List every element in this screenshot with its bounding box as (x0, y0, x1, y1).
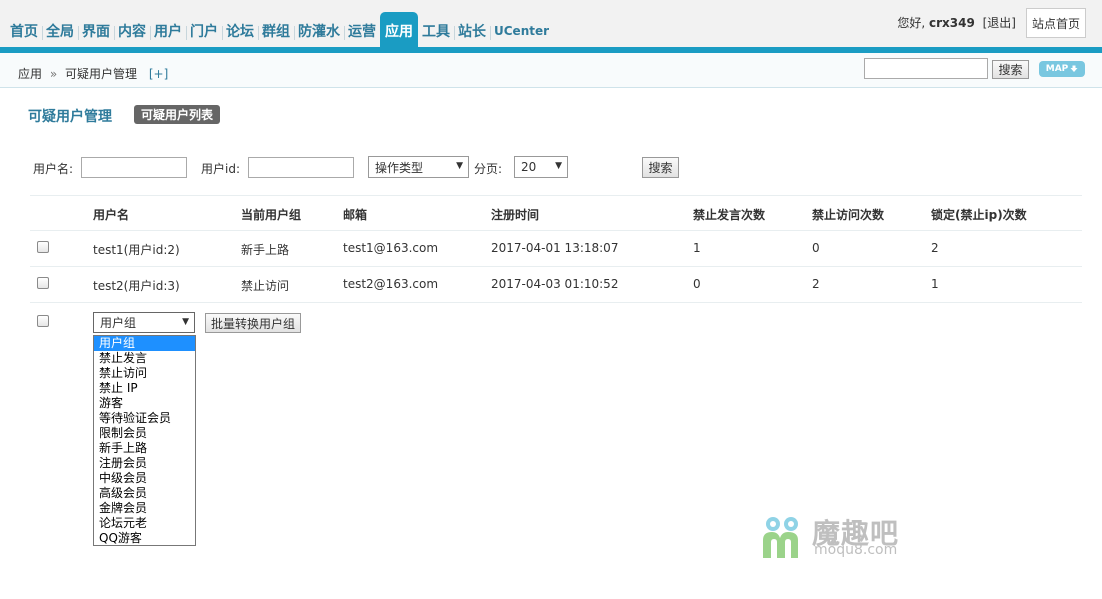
cell-register-time: 2017-04-03 01:10:52 (491, 277, 619, 291)
breadcrumb: 应用 » 可疑用户管理 [+] (18, 65, 168, 82)
option-ban-ip[interactable]: 禁止 IP (94, 381, 195, 396)
cell-post-ban-count: 0 (693, 277, 701, 291)
header-visit-ban-count: 禁止访问次数 (812, 208, 885, 222)
watermark: 魔趣吧 moqu8.com (760, 512, 930, 562)
tab-suspicious-user-list[interactable]: 可疑用户列表 (134, 105, 221, 124)
cell-user-group: 新手上路 (241, 243, 290, 257)
mascot-logo-icon (763, 517, 798, 558)
dropdown-arrow-icon: ▼ (555, 161, 562, 171)
row-checkbox[interactable] (37, 241, 49, 253)
cell-post-ban-count: 1 (693, 241, 701, 255)
user-group-select-value: 用户组 (100, 316, 137, 330)
cell-email: test2@163.com (343, 277, 439, 291)
nav-global[interactable]: 全局 (42, 12, 78, 50)
cell-ip-lock-count: 2 (931, 241, 939, 255)
header-post-ban-count: 禁止发言次数 (693, 208, 766, 222)
page-size-select[interactable]: 20 ▼ (514, 156, 568, 178)
dropdown-arrow-icon: ▼ (182, 317, 189, 327)
cell-register-time: 2017-04-01 13:18:07 (491, 241, 619, 255)
watermark-domain-text: moqu8.com (814, 542, 898, 558)
nav-tools[interactable]: 工具 (418, 12, 454, 50)
nav-antispam[interactable]: 防灌水 (294, 12, 344, 50)
top-search-button[interactable]: 搜索 (992, 60, 1029, 79)
arrow-down-icon (1070, 65, 1078, 72)
nav-content[interactable]: 内容 (114, 12, 150, 50)
main-nav: 首页 全局 界面 内容 用户 门户 论坛 群组 防灌水 运营 应用 工具 站长 … (6, 12, 553, 50)
operation-type-value: 操作类型 (375, 160, 424, 175)
nav-ucenter[interactable]: UCenter (490, 12, 553, 50)
batch-change-group-button[interactable]: 批量转换用户组 (205, 313, 301, 333)
operation-type-select[interactable]: 操作类型 ▼ (368, 156, 469, 178)
option-registered-member[interactable]: 注册会员 (94, 456, 195, 471)
cell-username: test1(用户id:2) (93, 243, 180, 257)
map-button[interactable]: MAP (1039, 61, 1085, 77)
site-home-button[interactable]: 站点首页 (1026, 8, 1086, 38)
userid-input[interactable] (248, 157, 354, 178)
row-divider (30, 266, 1082, 267)
row-divider (30, 302, 1082, 303)
nav-portal[interactable]: 门户 (186, 12, 222, 50)
option-senior-member[interactable]: 高级会员 (94, 486, 195, 501)
user-group-select[interactable]: 用户组 ▼ (93, 312, 195, 333)
user-group-dropdown-list: 用户组 禁止发言 禁止访问 禁止 IP 游客 等待验证会员 限制会员 新手上路 … (93, 335, 196, 546)
greeting-text: 您好, (897, 16, 926, 30)
option-awaiting-verification[interactable]: 等待验证会员 (94, 411, 195, 426)
breadcrumb-bar: 应用 » 可疑用户管理 [+] 搜索 MAP (0, 53, 1102, 88)
row-divider (30, 230, 1082, 231)
header-user-group: 当前用户组 (241, 208, 302, 222)
header-email: 邮箱 (343, 208, 368, 222)
option-ban-visit[interactable]: 禁止访问 (94, 366, 195, 381)
header-register-time: 注册时间 (491, 208, 540, 222)
nav-interface[interactable]: 界面 (78, 12, 114, 50)
nav-groups[interactable]: 群组 (258, 12, 294, 50)
select-all-checkbox[interactable] (37, 315, 49, 327)
header-ip-lock-count: 锁定(禁止ip)次数 (931, 208, 1027, 222)
paging-label: 分页: (474, 162, 503, 176)
filter-search-button[interactable]: 搜索 (642, 157, 679, 178)
option-user-group[interactable]: 用户组 (94, 336, 195, 351)
nav-users[interactable]: 用户 (150, 12, 186, 50)
user-greeting: 您好, crx349 [退出] (897, 14, 1016, 31)
breadcrumb-root[interactable]: 应用 (18, 67, 42, 81)
userid-label: 用户id: (201, 162, 240, 176)
option-intermediate-member[interactable]: 中级会员 (94, 471, 195, 486)
cell-visit-ban-count: 2 (812, 277, 820, 291)
username-input[interactable] (81, 157, 187, 178)
table-top-border (30, 195, 1082, 196)
nav-operation[interactable]: 运营 (344, 12, 380, 50)
option-gold-member[interactable]: 金牌会员 (94, 501, 195, 516)
page-title: 可疑用户管理 (28, 109, 112, 125)
top-navigation-bar: 首页 全局 界面 内容 用户 门户 论坛 群组 防灌水 运营 应用 工具 站长 … (0, 0, 1102, 50)
breadcrumb-current: 可疑用户管理 (65, 67, 138, 81)
breadcrumb-separator: » (49, 67, 58, 81)
header-username: 用户名 (93, 208, 130, 222)
row-checkbox[interactable] (37, 277, 49, 289)
username: crx349 (928, 16, 975, 30)
username-label: 用户名: (33, 162, 74, 176)
add-shortcut-link[interactable]: [+] (149, 67, 168, 81)
option-forum-veteran[interactable]: 论坛元老 (94, 516, 195, 531)
option-ban-post[interactable]: 禁止发言 (94, 351, 195, 366)
option-newbie[interactable]: 新手上路 (94, 441, 195, 456)
option-guest[interactable]: 游客 (94, 396, 195, 411)
cell-ip-lock-count: 1 (931, 277, 939, 291)
nav-apps[interactable]: 应用 (380, 12, 418, 50)
cell-username: test2(用户id:3) (93, 279, 180, 293)
dropdown-arrow-icon: ▼ (456, 161, 463, 171)
nav-admin[interactable]: 站长 (454, 12, 490, 50)
cell-email: test1@163.com (343, 241, 439, 255)
cell-visit-ban-count: 0 (812, 241, 820, 255)
option-restricted-member[interactable]: 限制会员 (94, 426, 195, 441)
option-qq-guest[interactable]: QQ游客 (94, 531, 195, 546)
map-label: MAP (1045, 64, 1069, 74)
logout-link[interactable]: [退出] (983, 16, 1016, 30)
cell-user-group: 禁止访问 (241, 279, 290, 293)
nav-forum[interactable]: 论坛 (222, 12, 258, 50)
nav-home[interactable]: 首页 (6, 12, 42, 50)
top-search-input[interactable] (864, 58, 988, 79)
page-size-value: 20 (521, 160, 537, 174)
